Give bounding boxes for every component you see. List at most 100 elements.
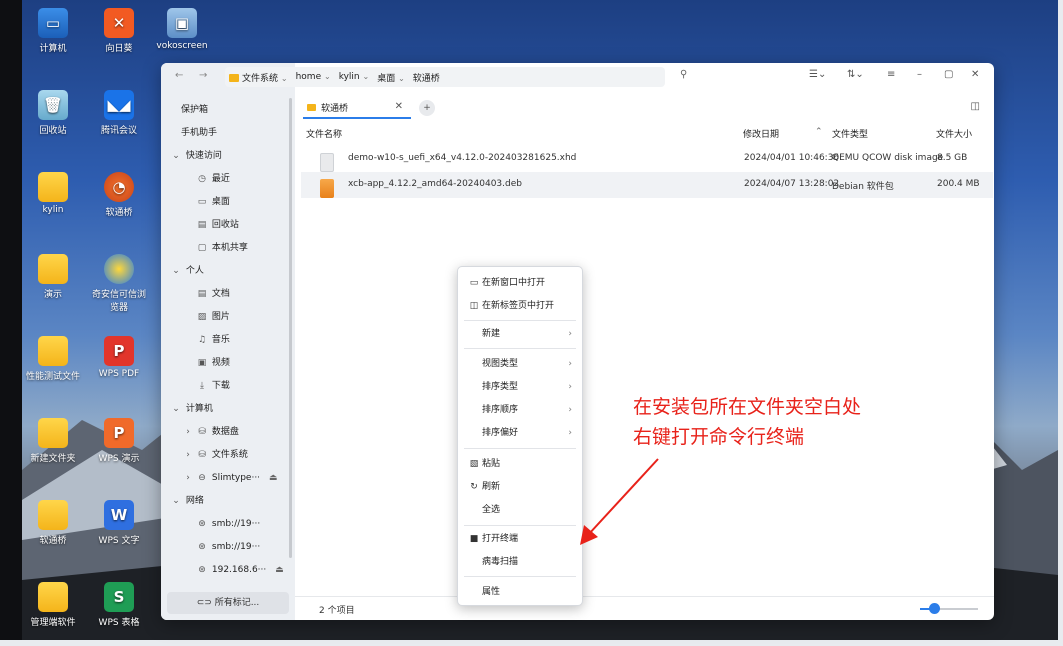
desktop-icon-computer[interactable]: ▭ 计算机 xyxy=(23,8,83,54)
maximize-icon[interactable]: ▢ xyxy=(944,69,953,80)
breadcrumb-item[interactable]: 软通桥 xyxy=(413,71,440,84)
sidebar-item-pictures[interactable]: ▨ 图片 xyxy=(161,307,295,327)
menu-item-refresh[interactable]: ↻ 刷新 xyxy=(458,476,582,498)
minimize-icon[interactable]: – xyxy=(917,69,922,80)
eject-icon[interactable]: ⏏ xyxy=(275,565,284,575)
sidebar-item-ip-share[interactable]: ⊛ 192.168.6··· ⏏ xyxy=(161,560,295,580)
menu-item-sort-order[interactable]: 排序顺序 › xyxy=(458,399,582,421)
breadcrumb-label: 软通桥 xyxy=(412,73,440,84)
desktop-icon-vokoscreen[interactable]: ▣ vokoscreen xyxy=(152,8,212,51)
back-arrow-icon[interactable]: ← xyxy=(175,70,183,81)
breadcrumb-item[interactable]: kylin ⌄ xyxy=(339,72,370,82)
sidebar-item-vault[interactable]: 保护箱 xyxy=(161,100,295,120)
breadcrumb-label: kylin xyxy=(338,72,360,82)
breadcrumb-item[interactable]: 桌面 ⌄ xyxy=(377,71,405,84)
file-row[interactable]: demo-w10-s_uefi_x64_v4.12.0-202403281625… xyxy=(301,146,993,172)
menu-item-sort-preference[interactable]: 排序偏好 › xyxy=(458,422,582,444)
menu-item-new[interactable]: 新建 › xyxy=(458,323,582,345)
chevron-right-icon: › xyxy=(568,329,572,339)
sidebar-item-smb-1[interactable]: ⊛ smb://19··· xyxy=(161,514,295,534)
menu-item-select-all[interactable]: 全选 xyxy=(458,499,582,521)
detail-view-icon[interactable]: ◫ xyxy=(971,101,980,112)
column-header-type[interactable]: 文件类型 xyxy=(832,127,868,140)
desktop-icon-tencent-meeting[interactable]: ◣◢ 腾讯会议 xyxy=(89,90,149,136)
desktop-icon-wps-spreadsheet[interactable]: S WPS 表格 xyxy=(89,582,149,628)
sidebar-item-recent[interactable]: ◷ 最近 xyxy=(161,169,295,189)
desktop-icon-wps-pdf[interactable]: P WPS PDF xyxy=(89,336,149,379)
desktop-icon-perf-files[interactable]: 性能测试文件 xyxy=(23,336,83,382)
desktop-icon-sunlogin[interactable]: ✕ 向日葵 xyxy=(89,8,149,54)
forward-arrow-icon[interactable]: → xyxy=(199,70,207,81)
sidebar-item-label: Slimtype··· xyxy=(211,473,261,483)
all-tags-button[interactable]: ⊂⊃ 所有标记... xyxy=(167,592,289,614)
sidebar-item-trash[interactable]: ▤ 回收站 xyxy=(161,215,295,235)
sidebar-group-quick-access[interactable]: ⌄ 快速访问 xyxy=(161,146,295,166)
sidebar-item-label: 本机共享 xyxy=(211,243,248,253)
network-icon: ⊛ xyxy=(198,519,206,529)
menu-separator xyxy=(464,448,576,449)
sidebar-group-network[interactable]: ⌄ 网络 xyxy=(161,491,295,511)
desktop-icon-demo[interactable]: 演示 xyxy=(23,254,83,300)
desktop-icon-label: 软通桥 xyxy=(39,536,67,546)
column-header-size[interactable]: 文件大小 xyxy=(936,127,972,140)
desktop-icon-ruantongqiao-app[interactable]: ◔ 软通桥 xyxy=(89,172,149,218)
desktop-icon-ruantongqiao-folder[interactable]: 软通桥 xyxy=(23,500,83,546)
zoom-slider-handle[interactable] xyxy=(929,603,940,614)
sunlogin-icon: ✕ xyxy=(104,8,134,38)
sidebar-item-videos[interactable]: ▣ 视频 xyxy=(161,353,295,373)
menu-item-open-terminal[interactable]: ■ 打开终端 xyxy=(458,528,582,550)
desktop-icon-qianxin-browser[interactable]: 奇安信可信浏览器 xyxy=(89,254,149,313)
file-row[interactable]: xcb-app_4.12.2_amd64-20240403.deb 2024/0… xyxy=(301,172,993,198)
sidebar-item-label: 回收站 xyxy=(211,220,239,230)
desktop-icon-wps-presentation[interactable]: P WPS 演示 xyxy=(89,418,149,464)
view-mode-icon[interactable]: ☰⌄ xyxy=(809,69,826,80)
close-icon[interactable]: ✕ xyxy=(395,101,403,112)
sort-icon[interactable]: ⇅⌄ xyxy=(847,69,864,80)
desktop-icon-new-folder[interactable]: 新建文件夹 xyxy=(23,418,83,464)
breadcrumb-item[interactable]: home ⌄ xyxy=(296,72,331,82)
folder-icon xyxy=(38,172,68,202)
menu-item-view-type[interactable]: 视图类型 › xyxy=(458,353,582,375)
menu-icon[interactable]: ≡ xyxy=(887,69,895,80)
column-header-date[interactable]: 修改日期 xyxy=(743,127,779,140)
music-icon: ♫ xyxy=(197,335,207,345)
sidebar-item-filesystem[interactable]: › ⛁ 文件系统 xyxy=(161,445,295,465)
sidebar-item-desktop[interactable]: ▭ 桌面 xyxy=(161,192,295,212)
sidebar-item-local-share[interactable]: ▢ 本机共享 xyxy=(161,238,295,258)
desktop-icon-trash[interactable]: 🗑 回收站 xyxy=(23,90,83,136)
sidebar-item-data-disk[interactable]: › ⛁ 数据盘 xyxy=(161,422,295,442)
menu-item-paste[interactable]: ▧ 粘贴 xyxy=(458,453,582,475)
add-tab-button[interactable]: + xyxy=(419,100,435,116)
chevron-down-icon: ⌄ xyxy=(323,72,331,81)
tab-icon: ◫ xyxy=(469,301,479,311)
eject-icon[interactable]: ⏏ xyxy=(269,473,278,483)
close-icon[interactable]: ✕ xyxy=(971,69,979,80)
desktop-icon-kylin[interactable]: kylin xyxy=(23,172,83,215)
sidebar-group-personal[interactable]: ⌄ 个人 xyxy=(161,261,295,281)
sidebar-item-smb-2[interactable]: ⊛ smb://19··· xyxy=(161,537,295,557)
tencent-meeting-icon: ◣◢ xyxy=(104,90,134,120)
sidebar-item-music[interactable]: ♫ 音乐 xyxy=(161,330,295,350)
menu-item-virus-scan[interactable]: 病毒扫描 xyxy=(458,551,582,573)
breadcrumb-item[interactable]: 文件系统 ⌄ xyxy=(229,71,288,84)
menu-item-sort-type[interactable]: 排序类型 › xyxy=(458,376,582,398)
tab-label: 软通桥 xyxy=(321,103,349,114)
search-icon[interactable]: ⚲ xyxy=(680,69,687,80)
desktop-icon-wps-writer[interactable]: W WPS 文字 xyxy=(89,500,149,546)
sidebar-group-computer[interactable]: ⌄ 计算机 xyxy=(161,399,295,419)
column-header-name[interactable]: 文件名称 xyxy=(306,127,342,140)
menu-item-open-new-window[interactable]: ▭ 在新窗口中打开 xyxy=(458,272,582,294)
tab-ruantongqiao[interactable]: 软通桥 ✕ xyxy=(303,97,411,119)
sidebar-item-slimtype[interactable]: › ⊖ Slimtype··· ⏏ xyxy=(161,468,295,488)
menu-item-open-new-tab[interactable]: ◫ 在新标签页中打开 xyxy=(458,295,582,317)
menu-item-properties[interactable]: 属性 xyxy=(458,581,582,603)
sidebar-item-documents[interactable]: ▤ 文档 xyxy=(161,284,295,304)
network-icon: ⊛ xyxy=(198,565,206,575)
desktop-icon-admin-software[interactable]: 管理端软件 xyxy=(23,582,83,628)
sidebar-item-phone-assistant[interactable]: 手机助手 xyxy=(161,123,295,143)
desktop-icon-label: WPS PDF xyxy=(98,369,140,379)
file-size: 8.5 GB xyxy=(937,153,968,163)
sidebar-scrollbar[interactable] xyxy=(289,98,292,558)
sidebar-item-downloads[interactable]: ⤓ 下载 xyxy=(161,376,295,396)
chevron-down-icon: ⌄ xyxy=(172,266,180,276)
